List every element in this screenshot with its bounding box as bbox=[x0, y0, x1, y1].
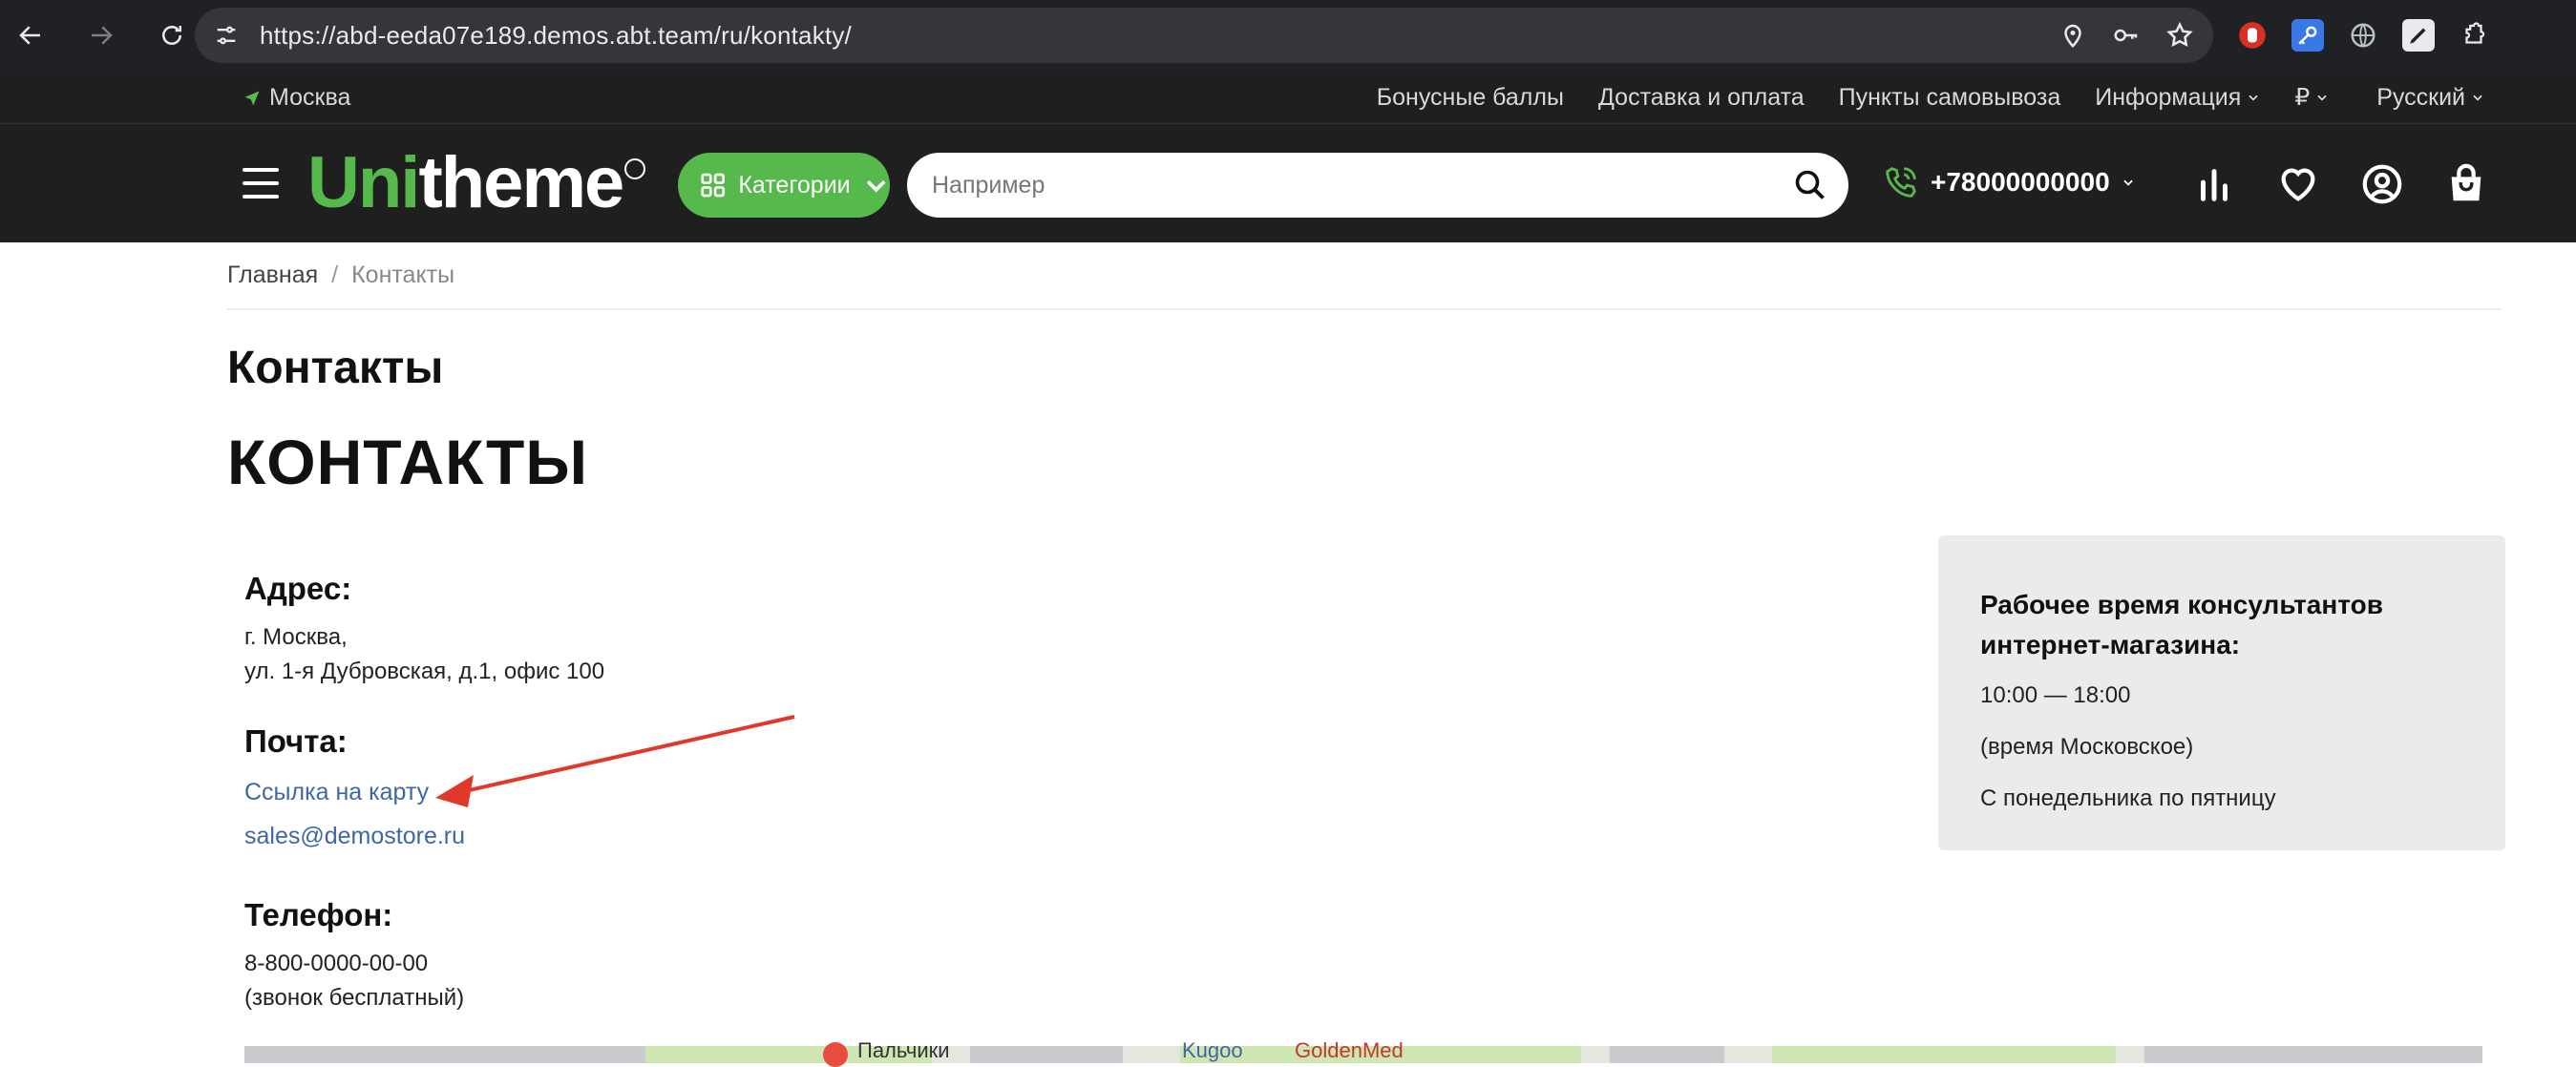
site-settings-button[interactable] bbox=[208, 17, 244, 53]
key-icon[interactable] bbox=[2112, 21, 2141, 50]
mail-heading: Почта: bbox=[244, 723, 348, 759]
information-label: Информация bbox=[2095, 83, 2242, 111]
breadcrumb: Главная / Контакты bbox=[227, 262, 454, 289]
city-name: Москва bbox=[269, 84, 351, 111]
map-metro-pin-icon[interactable] bbox=[823, 1042, 848, 1067]
arrow-left-icon bbox=[19, 26, 40, 45]
categories-label: Категории bbox=[738, 171, 851, 199]
address-section: Адрес: г. Москва, ул. 1-я Дубровская, д.… bbox=[244, 571, 604, 689]
language-label: Русский bbox=[2376, 83, 2465, 111]
navigation-arrow-icon bbox=[244, 91, 260, 105]
logo-uni: Uni bbox=[307, 142, 420, 223]
user-account-icon[interactable] bbox=[2360, 162, 2404, 206]
page-title: Контакты bbox=[227, 343, 444, 393]
reload-icon bbox=[162, 26, 181, 45]
phone-section: Телефон: 8-800-0000-00-00 (звонок беспла… bbox=[244, 897, 464, 1015]
arrow-right-icon bbox=[92, 26, 113, 45]
top-links: Бонусные баллы Доставка и оплата Пункты … bbox=[1342, 71, 2484, 124]
back-button[interactable] bbox=[11, 16, 50, 54]
address-bar[interactable]: https://abd-eeda07e189.demos.abt.team/ru… bbox=[195, 8, 2213, 63]
working-hours-time: 10:00 — 18:00 bbox=[1980, 682, 2131, 708]
grid-icon bbox=[701, 173, 726, 198]
extension-pen[interactable] bbox=[2402, 19, 2435, 52]
top-link-pickup[interactable]: Пункты самовывоза bbox=[1839, 84, 2061, 112]
tune-icon bbox=[217, 26, 236, 45]
chevron-down-icon bbox=[2473, 94, 2482, 101]
phone-number: +78000000000 bbox=[1931, 167, 2110, 197]
breadcrumb-divider bbox=[227, 308, 2502, 310]
search-box bbox=[907, 153, 1848, 218]
logo-rest: theme bbox=[418, 142, 624, 223]
location-icon[interactable] bbox=[2059, 21, 2087, 50]
forward-button[interactable] bbox=[82, 16, 120, 54]
phone-heading: Телефон: bbox=[244, 897, 393, 932]
reload-button[interactable] bbox=[153, 16, 191, 54]
top-link-delivery[interactable]: Доставка и оплата bbox=[1598, 84, 1805, 112]
phone-note: (звонок бесплатный) bbox=[244, 985, 465, 1011]
working-hours-days: С понедельника по пятницу bbox=[1980, 785, 2276, 811]
categories-button[interactable]: Категории bbox=[678, 153, 890, 218]
registered-mark-icon bbox=[624, 158, 645, 179]
site-logo[interactable]: Unitheme bbox=[307, 142, 624, 223]
chevron-down-icon bbox=[2122, 179, 2133, 186]
pen-icon bbox=[2410, 28, 2426, 44]
url-text[interactable]: https://abd-eeda07e189.demos.abt.team/ru… bbox=[260, 21, 852, 51]
extensions-menu[interactable] bbox=[2458, 19, 2490, 52]
working-hours-title: Рабочее время консультантов интернет-маг… bbox=[1980, 590, 2383, 659]
content-title: КОНТАКТЫ bbox=[227, 427, 588, 497]
working-hours-timezone: (время Московское) bbox=[1980, 734, 2194, 760]
phone-number-text: 8-800-0000-00-00 bbox=[244, 951, 429, 976]
compare-chart-icon[interactable] bbox=[2192, 162, 2236, 206]
top-link-bonus[interactable]: Бонусные баллы bbox=[1377, 84, 1564, 112]
site-header: Unitheme Категории +78000000000 bbox=[0, 124, 2576, 242]
mail-section: Почта: Ссылка на карту sales@demostore.r… bbox=[244, 723, 465, 853]
hand-stop-icon bbox=[2239, 22, 2266, 49]
map-label-palchiki: Пальчики bbox=[857, 1038, 950, 1062]
puzzle-icon bbox=[2465, 22, 2485, 44]
currency-selector[interactable]: ₽ bbox=[2294, 83, 2329, 112]
heart-icon[interactable] bbox=[2276, 162, 2320, 206]
working-hours-card: Рабочее время консультантов интернет-маг… bbox=[1938, 535, 2505, 850]
header-action-icons bbox=[2192, 162, 2488, 206]
header-phone[interactable]: +78000000000 bbox=[1883, 164, 2135, 200]
chevron-down-icon bbox=[2317, 94, 2327, 101]
address-line-2: ул. 1-я Дубровская, д.1, офис 100 bbox=[244, 659, 605, 684]
search-input[interactable] bbox=[932, 171, 1753, 199]
search-icon[interactable] bbox=[1793, 168, 1827, 202]
chevron-down-icon bbox=[2249, 94, 2259, 101]
key-extension-icon bbox=[2298, 26, 2317, 45]
site-top-strip: Москва Бонусные баллы Доставка и оплата … bbox=[0, 71, 2576, 124]
phone-call-icon bbox=[1886, 167, 1916, 198]
city-selector[interactable]: Москва bbox=[243, 84, 350, 112]
map-label-goldenmed: GoldenMed bbox=[1295, 1038, 1404, 1062]
breadcrumb-current: Контакты bbox=[351, 262, 455, 288]
map-link[interactable]: Ссылка на карту bbox=[244, 775, 465, 809]
extension-globe[interactable] bbox=[2347, 19, 2379, 52]
language-selector[interactable]: Русский bbox=[2376, 84, 2484, 112]
star-icon[interactable] bbox=[2165, 21, 2194, 50]
extension-key[interactable] bbox=[2291, 19, 2324, 52]
browser-toolbar: https://abd-eeda07e189.demos.abt.team/ru… bbox=[0, 0, 2576, 71]
chevron-down-icon bbox=[866, 180, 886, 193]
breadcrumb-separator: / bbox=[331, 262, 339, 288]
extension-stop[interactable] bbox=[2236, 19, 2269, 52]
globe-icon bbox=[2351, 23, 2375, 48]
top-link-information[interactable]: Информация bbox=[2095, 84, 2260, 112]
hamburger-menu-icon[interactable] bbox=[243, 168, 279, 199]
map-label-kugoo: Kugoo bbox=[1182, 1038, 1243, 1062]
address-line-1: г. Москва, bbox=[244, 624, 348, 650]
address-heading: Адрес: bbox=[244, 571, 352, 606]
breadcrumb-home[interactable]: Главная bbox=[227, 262, 318, 289]
email-link[interactable]: sales@demostore.ru bbox=[244, 819, 465, 853]
currency-label: ₽ bbox=[2294, 84, 2311, 111]
shopping-bag-icon[interactable] bbox=[2444, 162, 2488, 206]
